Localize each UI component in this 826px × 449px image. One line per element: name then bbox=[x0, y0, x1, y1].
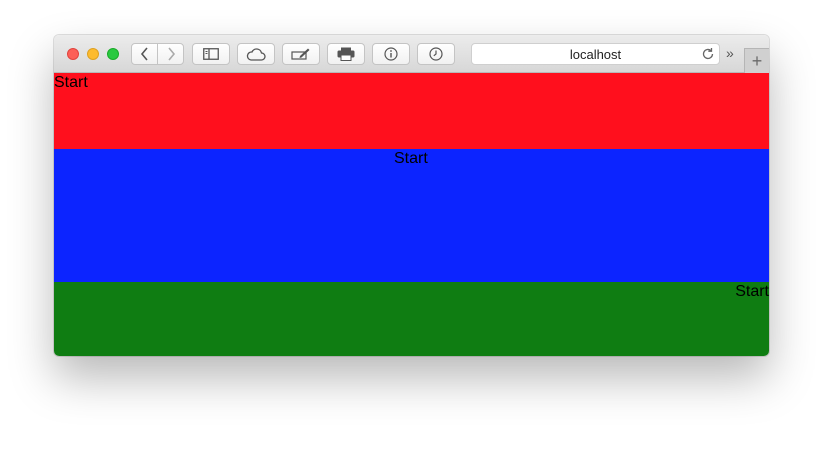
page-content: Start Start Start bbox=[54, 73, 769, 356]
overflow-icon[interactable]: » bbox=[726, 45, 734, 61]
band-label-left: Start bbox=[54, 74, 88, 91]
back-button[interactable] bbox=[132, 44, 158, 64]
navigation-buttons bbox=[131, 43, 184, 65]
reload-icon[interactable] bbox=[701, 47, 715, 61]
browser-window: localhost » + Start Start Start bbox=[54, 35, 769, 356]
print-button[interactable] bbox=[327, 43, 365, 65]
browser-toolbar: localhost » + bbox=[54, 35, 769, 73]
sidebar-button[interactable] bbox=[192, 43, 230, 65]
close-window-button[interactable] bbox=[67, 48, 79, 60]
info-button[interactable] bbox=[372, 43, 410, 65]
plus-icon: + bbox=[751, 50, 763, 71]
history-icon bbox=[429, 47, 443, 61]
print-icon bbox=[337, 47, 355, 61]
history-button[interactable] bbox=[417, 43, 455, 65]
sidebar-icon bbox=[203, 48, 219, 60]
new-tab-button[interactable]: + bbox=[744, 48, 769, 73]
band-label-right: Start bbox=[735, 283, 769, 300]
forward-icon bbox=[168, 47, 176, 61]
cloud-icon bbox=[246, 47, 266, 61]
annotate-button[interactable] bbox=[282, 43, 320, 65]
red-band: Start bbox=[54, 73, 769, 149]
icloud-tabs-button[interactable] bbox=[237, 43, 275, 65]
annotate-icon bbox=[291, 48, 310, 60]
blue-band: Start bbox=[54, 149, 769, 282]
back-icon bbox=[140, 47, 148, 61]
url-text: localhost bbox=[569, 46, 622, 62]
address-bar[interactable]: localhost bbox=[471, 43, 720, 65]
green-band: Start bbox=[54, 282, 769, 356]
band-label-center: Start bbox=[394, 150, 428, 167]
info-icon bbox=[384, 47, 398, 61]
minimize-window-button[interactable] bbox=[87, 48, 99, 60]
zoom-window-button[interactable] bbox=[107, 48, 119, 60]
forward-button[interactable] bbox=[158, 44, 183, 64]
